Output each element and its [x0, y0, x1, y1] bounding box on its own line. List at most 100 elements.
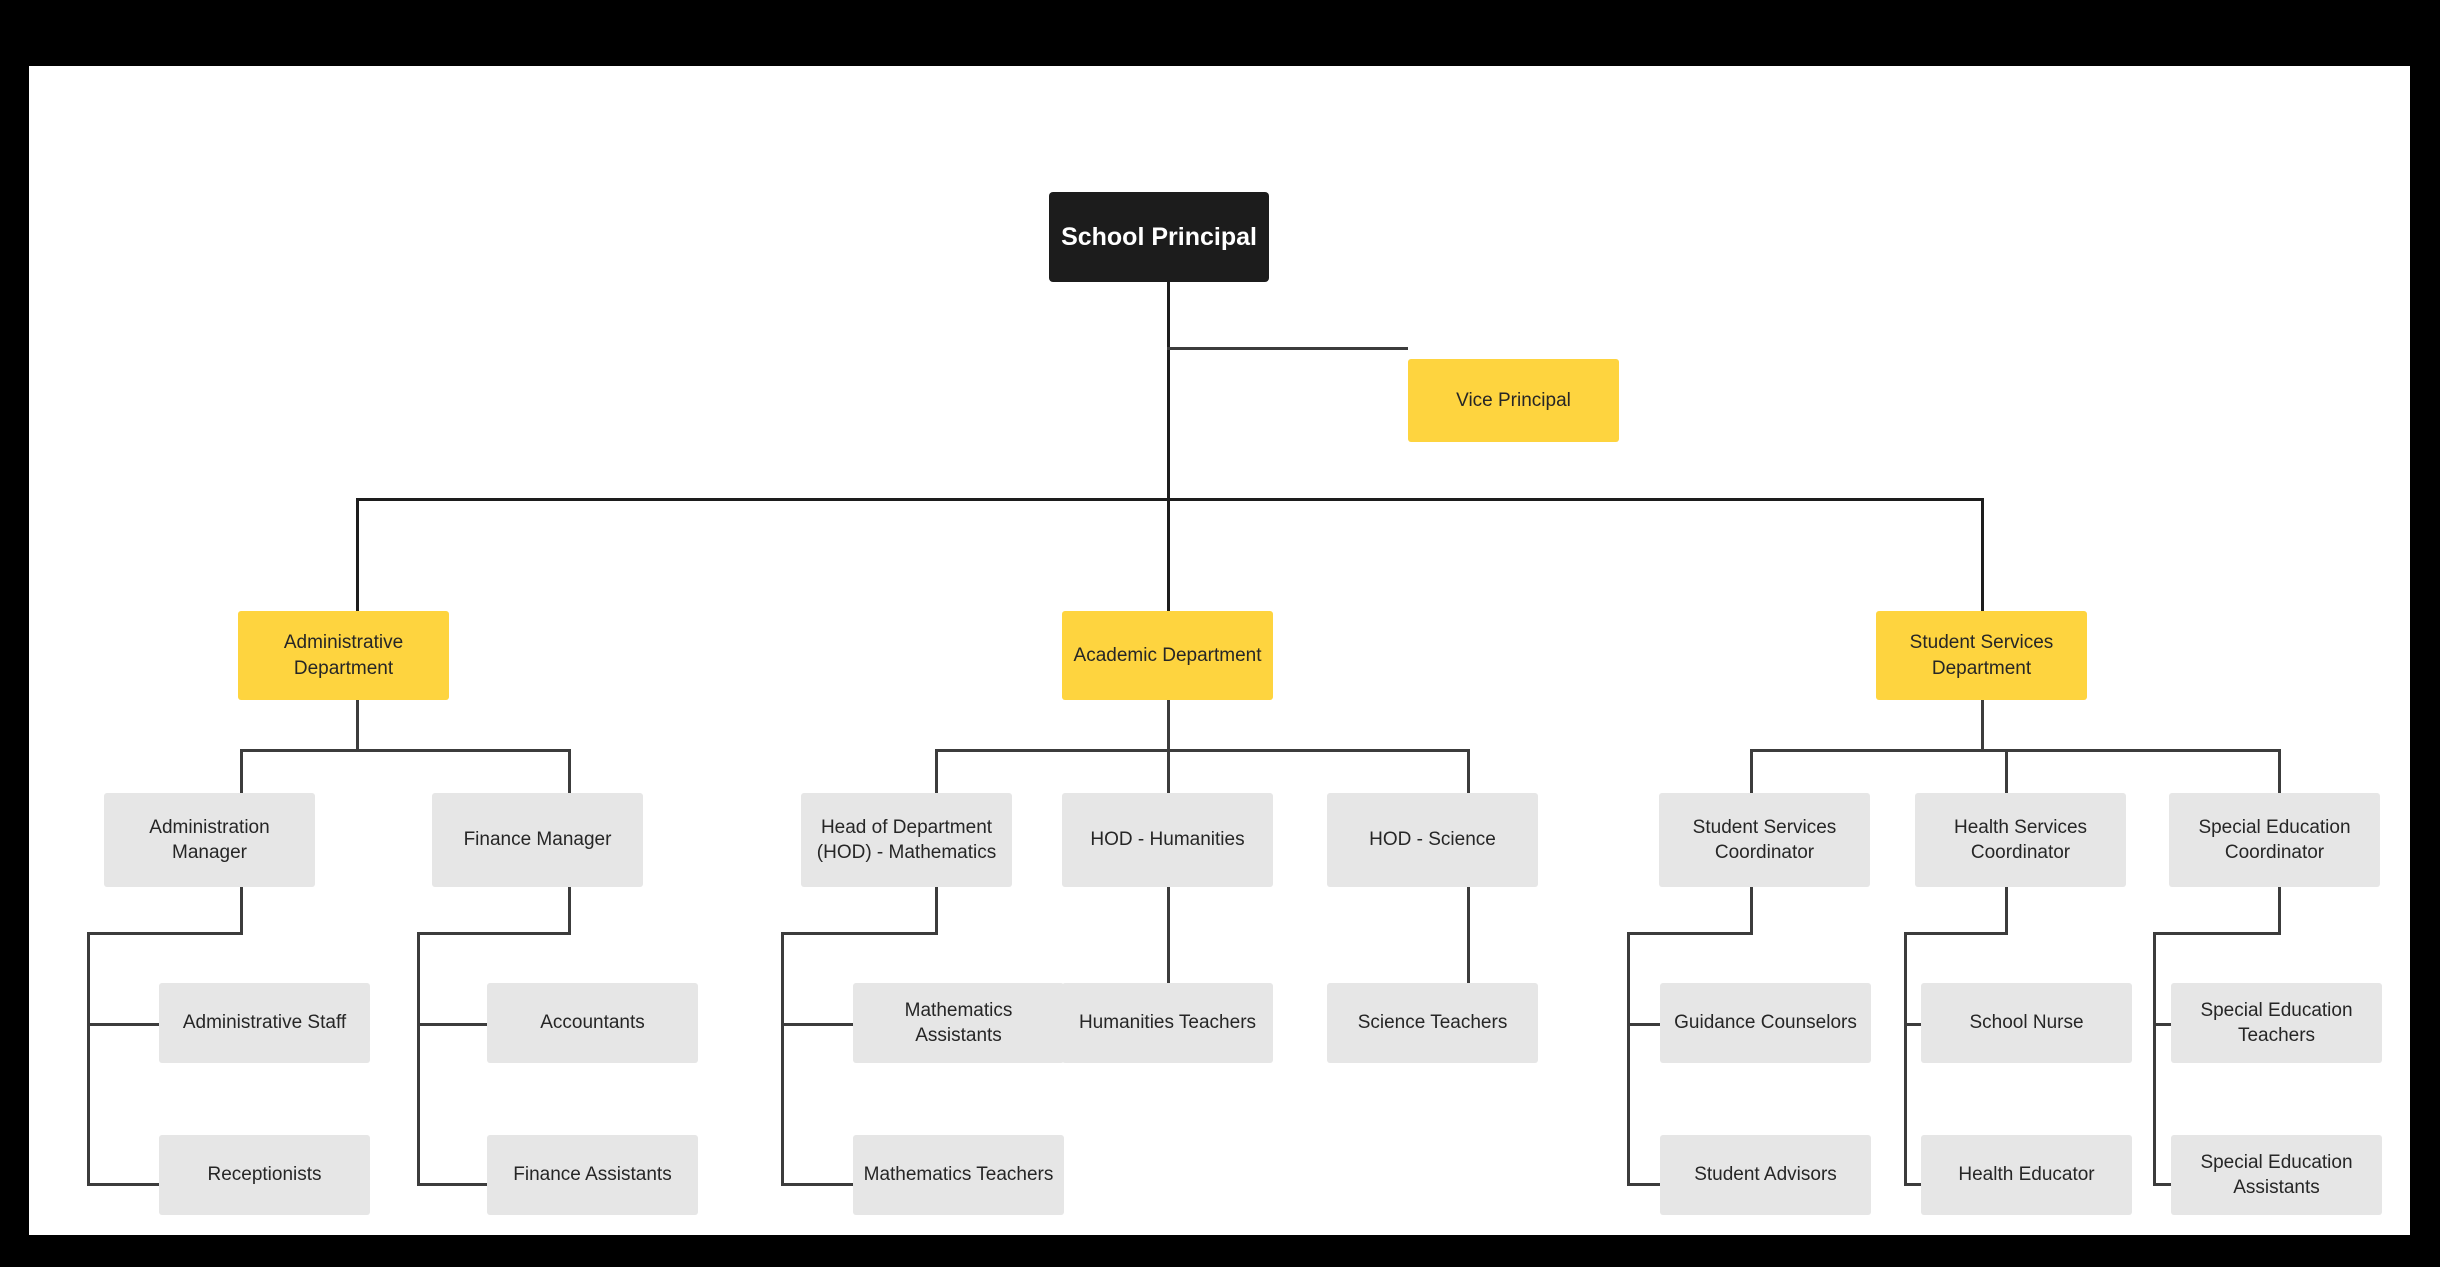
edge-sped-coord-elbow: [2153, 932, 2281, 935]
edge-ss-coord-to-guidance-counselors: [1627, 1023, 1660, 1026]
node-administration-manager[interactable]: Administration Manager: [104, 793, 315, 887]
node-receptionists[interactable]: Receptionists: [159, 1135, 370, 1215]
edge-finance-manager-stem: [568, 886, 571, 935]
node-student-advisors[interactable]: Student Advisors: [1660, 1135, 1871, 1215]
edge-finance-manager-to-finance-assistants: [417, 1183, 487, 1186]
edge-sped-coord-to-sped-assistants: [2153, 1183, 2171, 1186]
edge-trunk-horizontal: [356, 498, 1984, 501]
node-guidance-counselors[interactable]: Guidance Counselors: [1660, 983, 1871, 1063]
node-label: Humanities Teachers: [1078, 1012, 1257, 1034]
edge-ss-coord-elbow: [1627, 932, 1753, 935]
node-accountants[interactable]: Accountants: [487, 983, 698, 1063]
node-label: Administration Manager: [149, 816, 270, 863]
node-label: Student Services Coordinator: [1692, 816, 1837, 863]
node-label: Health Educator: [1958, 1164, 2095, 1186]
node-mathematics-assistants[interactable]: Mathematics Assistants: [853, 983, 1064, 1063]
edge-trunk-to-admin-dept: [356, 498, 359, 611]
node-label: Special Education Assistants: [2200, 1151, 2353, 1198]
node-administrative-staff[interactable]: Administrative Staff: [159, 983, 370, 1063]
edge-admin-dept-bar: [240, 749, 571, 752]
edge-hod-math-stem: [935, 886, 938, 935]
node-label: Finance Assistants: [513, 1164, 672, 1186]
node-hod-science[interactable]: HOD - Science: [1327, 793, 1538, 887]
node-label: Student Services Department: [1909, 632, 2054, 679]
edge-ss-coord-rail: [1627, 932, 1630, 1186]
edge-ss-coord-stem: [1750, 886, 1753, 935]
node-health-educator[interactable]: Health Educator: [1921, 1135, 2132, 1215]
node-label: Special Education Coordinator: [2198, 816, 2351, 863]
node-label: Accountants: [540, 1012, 645, 1034]
edge-health-coord-stem: [2005, 886, 2008, 935]
node-hod-mathematics[interactable]: Head of Department (HOD) - Mathematics: [801, 793, 1012, 887]
node-health-services-coordinator[interactable]: Health Services Coordinator: [1915, 793, 2126, 887]
edge-academic-dept-to-hod-science: [1467, 749, 1470, 794]
node-label: Mathematics Teachers: [863, 1164, 1054, 1186]
edge-hod-math-rail: [781, 932, 784, 1186]
edge-admin-dept-to-finance-manager: [568, 749, 571, 794]
node-label: HOD - Humanities: [1090, 829, 1245, 851]
edge-student-dept-bar: [1750, 749, 2281, 752]
edge-academic-dept-to-hod-math: [935, 749, 938, 794]
node-label: Administrative Department: [283, 632, 404, 679]
edge-hod-math-elbow: [781, 932, 938, 935]
node-label: Student Advisors: [1694, 1164, 1837, 1186]
edge-hod-math-to-math-assistants: [781, 1023, 853, 1026]
node-mathematics-teachers[interactable]: Mathematics Teachers: [853, 1135, 1064, 1215]
edge-health-coord-rail: [1904, 932, 1907, 1186]
node-administrative-department[interactable]: Administrative Department: [238, 611, 449, 700]
edge-student-dept-stem: [1981, 699, 1984, 749]
edge-health-coord-to-health-educator: [1904, 1183, 1921, 1186]
node-label: School Principal: [1061, 222, 1257, 251]
edge-root-vice-principal: [1167, 347, 1408, 350]
node-science-teachers[interactable]: Science Teachers: [1327, 983, 1538, 1063]
node-label: Mathematics Assistants: [904, 999, 1013, 1046]
edge-trunk-to-academic-dept: [1167, 498, 1170, 611]
node-school-nurse[interactable]: School Nurse: [1921, 983, 2132, 1063]
node-label: Special Education Teachers: [2200, 999, 2353, 1046]
edge-finance-manager-elbow: [417, 932, 571, 935]
edge-health-coord-elbow: [1904, 932, 2008, 935]
edge-hod-math-to-math-teachers: [781, 1183, 853, 1186]
node-academic-department[interactable]: Academic Department: [1062, 611, 1273, 700]
org-chart-canvas: School Principal Vice Principal Administ…: [29, 66, 2410, 1235]
node-label: School Nurse: [1969, 1012, 2084, 1034]
edge-admin-dept-stem: [356, 699, 359, 749]
edge-health-coord-to-school-nurse: [1904, 1023, 1921, 1026]
node-special-education-coordinator[interactable]: Special Education Coordinator: [2169, 793, 2380, 887]
node-student-services-coordinator[interactable]: Student Services Coordinator: [1659, 793, 1870, 887]
edge-sped-coord-to-sped-teachers: [2153, 1023, 2171, 1026]
edge-hod-science-to-teachers: [1467, 886, 1470, 987]
edge-academic-dept-stem: [1167, 699, 1170, 749]
node-label: Vice Principal: [1456, 389, 1571, 411]
node-finance-assistants[interactable]: Finance Assistants: [487, 1135, 698, 1215]
node-label: Academic Department: [1073, 644, 1262, 666]
node-student-services-department[interactable]: Student Services Department: [1876, 611, 2087, 700]
edge-academic-dept-bar: [935, 749, 1470, 752]
node-label: Health Services Coordinator: [1953, 816, 2088, 863]
edge-student-dept-to-ss-coord: [1750, 749, 1753, 794]
node-hod-humanities[interactable]: HOD - Humanities: [1062, 793, 1273, 887]
edge-student-dept-to-sped-coord: [2278, 749, 2281, 794]
edge-student-dept-to-health-coord: [2005, 749, 2008, 794]
screenshot-frame: School Principal Vice Principal Administ…: [0, 0, 2440, 1267]
edge-admin-manager-elbow: [87, 932, 243, 935]
node-vice-principal[interactable]: Vice Principal: [1408, 359, 1619, 442]
node-label: Finance Manager: [463, 829, 612, 851]
node-humanities-teachers[interactable]: Humanities Teachers: [1062, 983, 1273, 1063]
edge-admin-manager-to-receptionists: [87, 1183, 159, 1186]
node-finance-manager[interactable]: Finance Manager: [432, 793, 643, 887]
node-school-principal[interactable]: School Principal: [1049, 192, 1269, 282]
node-label: Guidance Counselors: [1674, 1012, 1857, 1034]
node-special-education-teachers[interactable]: Special Education Teachers: [2171, 983, 2382, 1063]
edge-admin-manager-stem: [240, 886, 243, 935]
edge-finance-manager-to-accountants: [417, 1023, 487, 1026]
node-label: Science Teachers: [1357, 1012, 1508, 1034]
node-special-education-assistants[interactable]: Special Education Assistants: [2171, 1135, 2382, 1215]
node-label: Head of Department (HOD) - Mathematics: [816, 816, 997, 863]
node-label: Receptionists: [207, 1164, 322, 1186]
edge-trunk-to-student-dept: [1981, 498, 1984, 611]
edge-finance-manager-rail: [417, 932, 420, 1186]
node-label: Administrative Staff: [182, 1012, 347, 1034]
node-label: HOD - Science: [1369, 829, 1496, 851]
edge-academic-dept-to-hod-humanities: [1167, 749, 1170, 794]
